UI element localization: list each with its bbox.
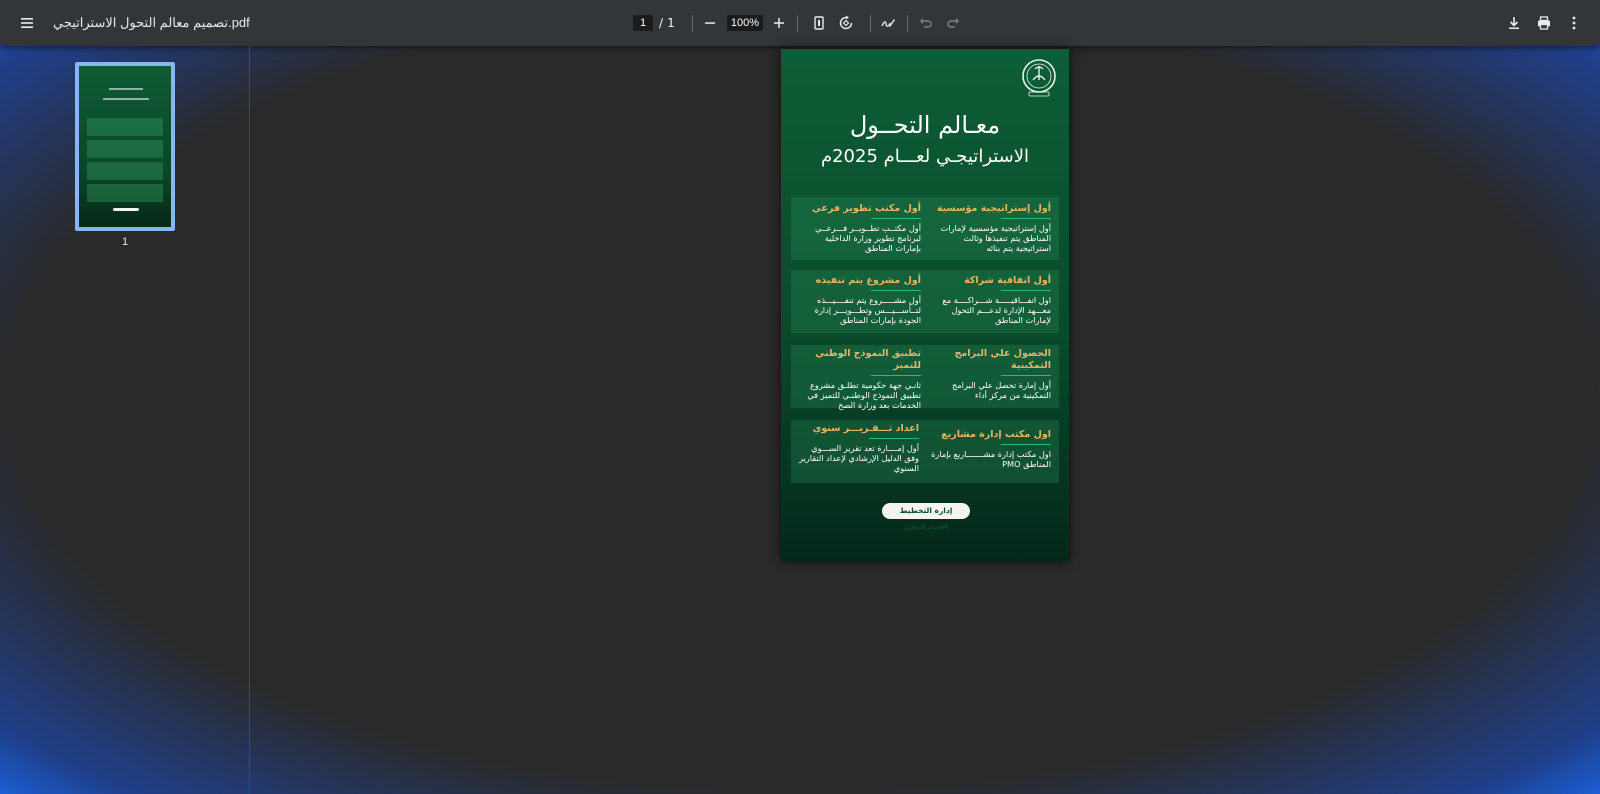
achievement-card: اعداد تـــقـريـــر سنوي أول إمــــارة تع…	[797, 423, 919, 473]
achievement-heading: أول مكتب تطوير فرعي	[811, 203, 921, 214]
achievement-card: أول اتفاقية شراكة اول اتفـــاقيـــــة شـ…	[929, 275, 1051, 325]
achievement-body: ثانـي جهة حكومية تطلـق مشروع تطبيق النمو…	[807, 380, 921, 410]
thumbnail-badge	[113, 208, 139, 211]
achievement-heading: أول اتفاقية شراكة	[964, 275, 1051, 286]
achievement-body: أول مشـــــروع يتم تنفــــيـــذه لتــأسـ…	[814, 295, 921, 325]
thumbnail-band	[87, 184, 163, 202]
achievement-heading: تطبيق النموذج الوطني للتميز	[815, 348, 921, 371]
achievement-heading: اول مكتب إدارة مشاريع	[941, 429, 1051, 440]
achievement-row: اول مكتب إدارة مشاريع اول مكتب إدارة مشـ…	[791, 420, 1059, 483]
divider	[871, 218, 921, 219]
achievement-body: اول اتفـــاقيـــــة شـــراكــــة مع معــ…	[942, 295, 1051, 325]
fit-page-icon[interactable]	[804, 8, 834, 38]
zoom-level-input[interactable]: 100%	[727, 15, 763, 31]
pdf-page: معـالم التحــول الاستراتيجـي لعـــام 202…	[781, 49, 1069, 561]
hamburger-menu-icon[interactable]	[12, 8, 42, 38]
toolbar-divider	[870, 15, 871, 32]
pdf-toolbar: تصميم معالم التحول الاستراتيجي.pdf 1 / 1…	[0, 0, 1600, 46]
toolbar-divider	[692, 15, 693, 32]
department-badge: إدارة التخطيط الإستراتيجي	[882, 503, 970, 531]
achievement-card: أول مكتب تطوير فرعي أول مكتــب تطــويــر…	[799, 203, 921, 253]
print-icon[interactable]	[1529, 8, 1559, 38]
zoom-out-icon[interactable]	[695, 8, 725, 38]
divider	[1001, 444, 1051, 445]
undo-icon[interactable]	[911, 8, 941, 38]
achievement-heading: أول إستراتيجية مؤسسية	[936, 203, 1051, 214]
divider	[1001, 290, 1051, 291]
more-options-icon[interactable]	[1559, 8, 1589, 38]
thumbnail-band	[87, 118, 163, 136]
thumbnail-title-line	[109, 88, 143, 90]
achievement-card: أول إستراتيجية مؤسسية أول إستراتيجية مؤس…	[929, 203, 1051, 253]
total-pages: 1	[667, 16, 675, 30]
emblem-icon	[1022, 59, 1056, 97]
page-thumbnail[interactable]	[75, 62, 175, 231]
achievement-row: الحصول علي البرامج التمكينية أول إمارة ت…	[791, 345, 1059, 410]
achievement-heading: أول مشروع يتم تنفيذه	[815, 275, 921, 286]
achievement-card: اول مكتب إدارة مشاريع اول مكتب إدارة مشـ…	[929, 429, 1051, 469]
thumbnail-page-number: 1	[121, 236, 129, 248]
achievement-body: أول إمــــارة تعد تقرير الســـوي وفق الد…	[798, 443, 919, 473]
achievement-card: الحصول علي البرامج التمكينية أول إمارة ت…	[929, 348, 1051, 400]
divider	[1001, 218, 1051, 219]
achievement-body: أول مكتــب تطــويــر فـــرعــي لبرنامج ت…	[815, 223, 921, 253]
annotate-pen-icon[interactable]	[873, 8, 903, 38]
achievement-body: أول إمارة تحصل علي البرامج التمكينية من …	[952, 380, 1051, 400]
divider	[871, 290, 921, 291]
achievement-heading: اعداد تـــقـريـــر سنوي	[812, 423, 919, 434]
divider	[869, 438, 919, 439]
thumbnail-band	[87, 162, 163, 180]
thumbnail-title-line	[103, 98, 149, 100]
thumbnail-band	[87, 140, 163, 158]
current-page-input[interactable]: 1	[633, 15, 653, 31]
divider	[1001, 375, 1051, 376]
achievement-row: أول اتفاقية شراكة اول اتفـــاقيـــــة شـ…	[791, 270, 1059, 333]
zoom-in-icon[interactable]	[764, 8, 794, 38]
document-title-line2: الاستراتيجـي لعـــام 2025م	[820, 146, 1030, 167]
toolbar-divider	[797, 15, 798, 32]
achievement-row: أول إستراتيجية مؤسسية أول إستراتيجية مؤس…	[791, 197, 1059, 260]
redo-icon[interactable]	[938, 8, 968, 38]
divider	[871, 375, 921, 376]
achievement-card: تطبيق النموذج الوطني للتميز ثانـي جهة حك…	[799, 348, 921, 410]
achievement-heading: الحصول علي البرامج التمكينية	[954, 348, 1051, 371]
toolbar-divider	[907, 15, 908, 32]
achievement-body: اول مكتب إدارة مشـــــــاريع بإمارة المن…	[931, 449, 1051, 469]
achievement-card: أول مشروع يتم تنفيذه أول مشـــــروع يتم …	[799, 275, 921, 325]
rotate-icon[interactable]	[831, 8, 861, 38]
achievement-body: أول إستراتيجية مؤسسية لإمارات المناطق يت…	[940, 223, 1051, 253]
file-title: تصميم معالم التحول الاستراتيجي.pdf	[53, 15, 250, 30]
document-title-line1: معـالم التحــول	[849, 111, 1001, 139]
download-icon[interactable]	[1499, 8, 1529, 38]
